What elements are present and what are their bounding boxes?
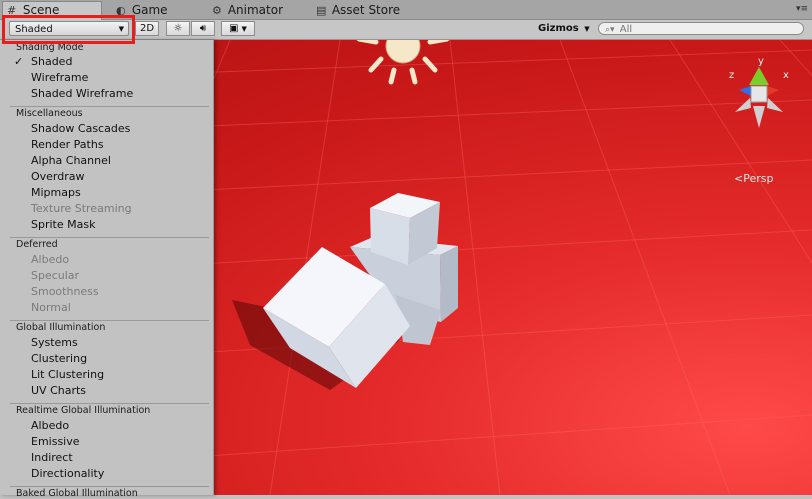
section-header-shading-mode: Shading Mode bbox=[16, 42, 84, 53]
menu-separator bbox=[10, 106, 209, 107]
tab-options-icon[interactable]: ▾≡ bbox=[796, 4, 808, 14]
menu-item-texture-streaming: Texture Streaming bbox=[31, 202, 132, 215]
menu-item-mipmaps[interactable]: Mipmaps bbox=[31, 186, 81, 199]
menu-item-directionality[interactable]: Directionality bbox=[31, 467, 104, 480]
menu-item-realtime-albedo[interactable]: Albedo bbox=[31, 419, 69, 432]
menu-item-systems[interactable]: Systems bbox=[31, 336, 78, 349]
menu-item-shadow-cascades[interactable]: Shadow Cascades bbox=[31, 122, 130, 135]
directional-light-icon[interactable] bbox=[356, 40, 450, 85]
sun-icon: ☼ bbox=[173, 23, 183, 34]
asset-store-icon: ▤ bbox=[316, 4, 327, 17]
shading-mode-value: Shaded bbox=[15, 24, 53, 35]
tab-asset-store-label: Asset Store bbox=[331, 3, 401, 17]
section-header-miscellaneous: Miscellaneous bbox=[16, 108, 83, 119]
tab-game[interactable]: ◐ Game bbox=[112, 2, 207, 19]
menu-item-deferred-albedo: Albedo bbox=[31, 253, 70, 266]
section-header-global-illumination: Global Illumination bbox=[16, 322, 106, 333]
search-icon: ⌕▾ bbox=[605, 25, 615, 35]
menu-item-clustering[interactable]: Clustering bbox=[31, 352, 87, 365]
scene-toolbar: Shaded ▼ 2D ☼ 🔊︎ ▣ ▼ Gizmos ▼ ⌕▾ bbox=[0, 20, 812, 40]
gizmo-x-label: x bbox=[783, 70, 789, 81]
lighting-toggle-button[interactable]: ☼ bbox=[166, 21, 190, 36]
menu-item-normal: Normal bbox=[31, 301, 71, 314]
menu-item-wireframe[interactable]: Wireframe bbox=[31, 71, 88, 84]
menu-item-render-paths[interactable]: Render Paths bbox=[31, 138, 104, 151]
game-icon: ◐ bbox=[116, 4, 126, 17]
shading-mode-menu: Shading Mode ✓ Shaded Wireframe Shaded W… bbox=[0, 40, 214, 499]
menu-item-smoothness: Smoothness bbox=[31, 285, 99, 298]
tab-scene-label: Scene bbox=[22, 3, 60, 17]
shading-mode-dropdown[interactable]: Shaded ▼ bbox=[9, 21, 129, 36]
menu-item-overdraw[interactable]: Overdraw bbox=[31, 170, 85, 183]
menu-item-indirect[interactable]: Indirect bbox=[31, 451, 73, 464]
menu-item-uv-charts[interactable]: UV Charts bbox=[31, 384, 86, 397]
gizmo-y-label: y bbox=[758, 56, 764, 67]
tab-game-label: Game bbox=[131, 3, 168, 17]
gizmos-label: Gizmos bbox=[538, 23, 579, 34]
gizmos-dropdown[interactable]: Gizmos ▼ bbox=[538, 21, 592, 36]
animator-icon: ⚙ bbox=[212, 4, 222, 17]
checkmark-icon: ✓ bbox=[14, 55, 24, 68]
chevron-left-icon: < bbox=[734, 172, 744, 185]
menu-item-sprite-mask[interactable]: Sprite Mask bbox=[31, 218, 95, 231]
effects-dropdown-button[interactable]: ▣ ▼ bbox=[221, 21, 255, 36]
menu-separator bbox=[10, 237, 209, 238]
2d-toggle-button[interactable]: 2D bbox=[135, 21, 159, 36]
menu-item-shaded[interactable]: Shaded bbox=[31, 55, 72, 68]
scene-search-field[interactable]: ⌕▾ bbox=[598, 22, 804, 35]
scene-icon: # bbox=[7, 4, 17, 17]
projection-toggle[interactable]: <Persp bbox=[734, 172, 773, 185]
menu-item-emissive[interactable]: Emissive bbox=[31, 435, 80, 448]
menu-separator bbox=[10, 486, 209, 487]
chevron-down-icon: ▼ bbox=[241, 25, 247, 33]
projection-label: Persp bbox=[743, 172, 774, 185]
menu-item-shaded-wireframe[interactable]: Shaded Wireframe bbox=[31, 87, 133, 100]
gizmo-z-label: z bbox=[729, 70, 734, 81]
section-header-baked-gi: Baked Global Illumination bbox=[16, 488, 138, 499]
menu-item-specular: Specular bbox=[31, 269, 80, 282]
tab-scene[interactable]: # Scene bbox=[2, 1, 102, 20]
speaker-icon: 🔊︎ bbox=[199, 23, 207, 34]
section-header-deferred: Deferred bbox=[16, 239, 58, 250]
image-icon: ▣ bbox=[229, 23, 239, 34]
menu-separator bbox=[10, 320, 209, 321]
search-input[interactable] bbox=[619, 24, 790, 35]
tab-animator-label: Animator bbox=[227, 3, 283, 17]
tab-asset-store[interactable]: ▤ Asset Store bbox=[312, 2, 422, 19]
chevron-down-icon: ▼ bbox=[584, 25, 590, 33]
chevron-down-icon: ▼ bbox=[118, 25, 124, 33]
section-header-realtime-gi: Realtime Global Illumination bbox=[16, 405, 151, 416]
audio-toggle-button[interactable]: 🔊︎ bbox=[191, 21, 215, 36]
menu-item-lit-clustering[interactable]: Lit Clustering bbox=[31, 368, 104, 381]
tab-animator[interactable]: ⚙ Animator bbox=[208, 2, 306, 19]
scene-orientation-gizmo[interactable]: y z x bbox=[729, 56, 789, 128]
menu-item-alpha-channel[interactable]: Alpha Channel bbox=[31, 154, 111, 167]
menu-separator bbox=[10, 403, 209, 404]
window-tab-bar: # Scene ◐ Game ⚙ Animator ▤ Asset Store … bbox=[0, 0, 812, 20]
